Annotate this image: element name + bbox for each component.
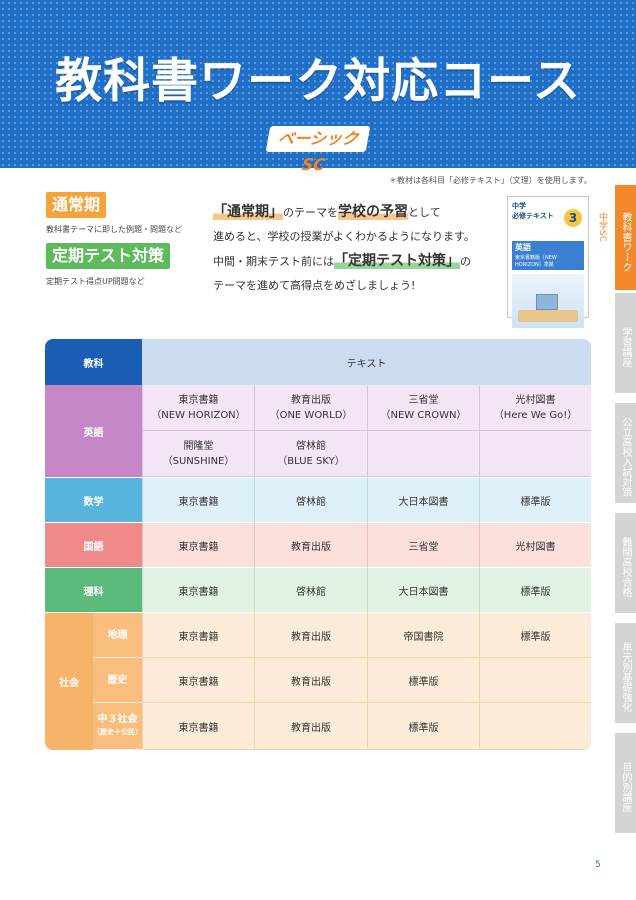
table-cell: 標準版 — [479, 612, 591, 658]
intro-line-4: テーマを進めて高得点をめざしましょう! — [213, 279, 416, 292]
table-cell: 標準版 — [367, 658, 479, 703]
header-banner: 教科書ワーク対応コース ベーシックSC — [0, 0, 636, 174]
badge-regular-term: 通常期 — [46, 192, 107, 218]
cell-text: 教育出版 （ONE WORLD） — [269, 394, 353, 421]
table-cell: 教育出版 — [254, 612, 367, 658]
table-cell: 標準版 — [479, 567, 591, 612]
book-illustration — [512, 274, 584, 328]
social-sub-note: （歴史＋公民） — [93, 728, 142, 736]
table-cell: 大日本図書 — [367, 477, 479, 522]
header-text: テキスト — [142, 339, 591, 385]
table-cell: 東京書籍 — [142, 703, 254, 750]
table-cell: 標準版 — [367, 703, 479, 750]
table-cell: 教育出版 — [254, 703, 367, 750]
page-title: 教科書ワーク対応コース — [55, 54, 581, 109]
badge-test-prep: 定期テスト対策 — [46, 243, 171, 269]
social-sub-label: 中３社会 — [97, 714, 138, 725]
side-tab-unit-basics[interactable]: 単元別基礎強化 — [615, 623, 636, 723]
table-cell — [479, 703, 591, 750]
subject-english: 英語 — [45, 385, 142, 477]
intro-regular-term: 「通常期」 — [213, 204, 283, 220]
table-cell: 東京書籍 （NEW HORIZON） — [142, 385, 254, 431]
table-cell: 東京書籍 — [142, 522, 254, 567]
book-edition: 東京書籍版［NEW HORIZON］準拠 — [512, 254, 584, 270]
textbook-table: 教科 テキスト 英語 東京書籍 （NEW HORIZON） 教育出版 （ONE … — [45, 339, 591, 750]
social-sub-history: 歴史 — [93, 658, 142, 703]
table-cell: 光村図書 （Here We Go!） — [479, 385, 591, 431]
social-sub-label: 歴史 — [107, 674, 128, 686]
course-logo: ベーシックSC — [265, 126, 371, 174]
social-sub-grade3: 中３社会 （歴史＋公民） — [93, 703, 142, 750]
table-cell: 標準版 — [479, 477, 591, 522]
intro-text-part: 中間・期末テスト前には — [213, 255, 334, 268]
social-sub-label: 地理 — [107, 629, 128, 641]
badge-test-prep-desc: 定期テスト得点UP問題など — [46, 277, 145, 286]
table-cell — [367, 431, 479, 477]
subject-math: 数学 — [45, 477, 142, 522]
badge-regular-term-desc: 教科書テーマに即した例題・問題など — [46, 225, 182, 234]
table-cell: 教育出版 — [254, 658, 367, 703]
table-cell: 大日本図書 — [367, 567, 479, 612]
table-cell: 三省堂 — [367, 522, 479, 567]
table-cell: 帝国書院 — [367, 612, 479, 658]
intro-text: 「通常期」のテーマを学校の予習として 進めると、学校の授業がよくわかるようになり… — [213, 200, 503, 298]
side-active-sublabel: 中学SC — [597, 212, 607, 242]
table-cell: 啓林館 — [254, 477, 367, 522]
book-subject: 英語 — [512, 241, 584, 254]
cell-text: 光村図書 （Here We Go!） — [493, 394, 578, 421]
side-tab-public-entrance[interactable]: 公立高校入試対策 — [615, 403, 636, 503]
table-cell: 東京書籍 — [142, 612, 254, 658]
cell-text: 東京書籍 （NEW HORIZON） — [151, 394, 246, 421]
intro-text-part: として — [408, 206, 441, 219]
side-tab-top-school[interactable]: 難関高校合格 — [615, 513, 636, 613]
social-sub-geography: 地理 — [93, 612, 142, 658]
materials-note: ＊教材は各科目「必修テキスト」（文理）を使用します。 — [389, 176, 592, 185]
table-cell: 教育出版 — [254, 522, 367, 567]
table-cell — [479, 658, 591, 703]
book-number: 3 — [564, 209, 582, 227]
intro-text-part: のテーマを — [283, 206, 338, 219]
intro-line-2: 進めると、学校の授業がよくわかるようになります。 — [213, 230, 475, 243]
table-cell: 東京書籍 — [142, 658, 254, 703]
table-cell: 啓林館 （BLUE SKY） — [254, 431, 367, 477]
subject-social: 社会 — [45, 612, 93, 750]
textbook-cover: 中学 必修テキスト 3 英語 東京書籍版［NEW HORIZON］準拠 — [507, 196, 589, 328]
cell-text: 開隆堂 （SUNSHINE） — [162, 440, 235, 467]
table-cell: 教育出版 （ONE WORLD） — [254, 385, 367, 431]
intro-preview: 学校の予習 — [338, 204, 408, 220]
table-cell: 三省堂 （NEW CROWN） — [367, 385, 479, 431]
subject-science: 理科 — [45, 567, 142, 612]
table-cell: 光村図書 — [479, 522, 591, 567]
table-cell: 東京書籍 — [142, 567, 254, 612]
side-tab-textbook-work[interactable]: 教科書ワーク — [615, 185, 636, 290]
subject-japanese: 国語 — [45, 522, 142, 567]
table-cell — [479, 431, 591, 477]
table-cell: 開隆堂 （SUNSHINE） — [142, 431, 254, 477]
side-tab-purpose-course[interactable]: 目的別講座 — [615, 733, 636, 833]
table-cell: 東京書籍 — [142, 477, 254, 522]
cell-text: 啓林館 （BLUE SKY） — [277, 440, 345, 467]
page-number: 5 — [595, 860, 601, 870]
header-subject: 教科 — [45, 339, 142, 385]
intro-text-part: の — [460, 255, 471, 268]
side-tab-study-course[interactable]: 学習講座 — [615, 293, 636, 393]
cell-text: 三省堂 （NEW CROWN） — [380, 394, 467, 421]
table-cell: 啓林館 — [254, 567, 367, 612]
intro-test-prep: 「定期テスト対策」 — [334, 253, 460, 269]
